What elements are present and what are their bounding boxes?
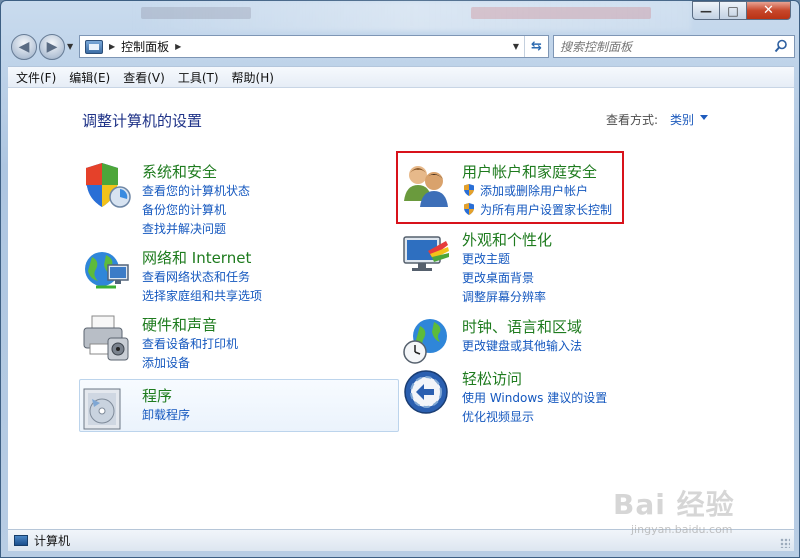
category-title-clock-language[interactable]: 时钟、语言和区域 [462,316,582,337]
forward-arrow-icon: ▶ [46,39,58,55]
globe-network-icon [85,252,129,289]
link-windows-suggested-settings[interactable]: 使用 Windows 建议的设置 [462,389,607,406]
link-label: 添加或删除用户帐户 [480,184,589,198]
resize-grip-icon[interactable] [780,538,790,548]
forward-button[interactable]: ▶ [39,34,65,60]
control-panel-icon [85,39,103,54]
close-button[interactable]: ✕ [746,1,791,20]
category-title-network-internet[interactable]: 网络和 Internet [142,247,251,268]
minimize-button[interactable]: — [692,1,719,20]
view-by-dropdown-arrow-icon[interactable] [700,115,708,120]
shield-icon [86,163,131,208]
view-by-label: 查看方式: [606,113,659,127]
breadcrumb-separator-icon[interactable]: ▶ [109,42,115,51]
breadcrumb-separator-icon[interactable]: ▶ [175,42,181,51]
category-title-ease-of-access[interactable]: 轻松访问 [462,368,522,389]
search-input[interactable] [560,39,760,54]
back-button[interactable]: ◀ [11,34,37,60]
link-change-theme[interactable]: 更改主题 [462,250,510,267]
uac-shield-icon [464,203,474,215]
breadcrumb-control-panel[interactable]: 控制面板 [121,38,169,55]
menu-bar: 文件(F) 编辑(E) 查看(V) 工具(T) 帮助(H) [8,66,794,88]
link-add-device[interactable]: 添加设备 [142,354,190,371]
window-controls: — □ ✕ [692,1,791,20]
status-text: 计算机 [34,534,71,548]
category-title-programs[interactable]: 程序 [142,385,172,406]
link-backup-computer[interactable]: 备份您的计算机 [142,201,226,218]
programs-disc-icon [83,388,121,430]
maximize-button[interactable]: □ [719,1,746,20]
back-arrow-icon: ◀ [18,39,30,55]
link-devices-printers[interactable]: 查看设备和打印机 [142,335,238,352]
category-title-hardware-sound[interactable]: 硬件和声音 [142,314,217,335]
background-blur [471,7,651,19]
computer-icon [14,535,28,546]
link-network-status[interactable]: 查看网络状态和任务 [142,268,250,285]
link-view-computer-status[interactable]: 查看您的计算机状态 [142,182,250,199]
link-screen-resolution[interactable]: 调整屏幕分辨率 [462,288,546,305]
menu-view[interactable]: 查看(V) [118,69,170,86]
control-panel-content: 调整计算机的设置 查看方式: 类别 系统和安全 查看您的计算机状态 备份您的计算… [8,88,794,529]
link-troubleshoot[interactable]: 查找并解决问题 [142,220,226,237]
refresh-icon[interactable]: ⇆ [524,36,548,57]
address-dropdown-icon[interactable]: ▼ [508,42,524,51]
background-blur [141,7,251,19]
globe-clock-icon [403,319,447,364]
users-icon [404,166,448,207]
search-icon[interactable] [774,39,788,53]
link-change-background[interactable]: 更改桌面背景 [462,269,534,286]
search-box[interactable] [553,35,795,58]
link-uninstall-program[interactable]: 卸载程序 [142,406,190,423]
navigation-bar: ◀ ▶ ▼ ▶ 控制面板 ▶ ▼ ⇆ [9,33,795,61]
view-by-dropdown[interactable]: 类别 [670,111,694,128]
address-bar[interactable]: ▶ 控制面板 ▶ ▼ ⇆ [79,35,549,58]
link-add-remove-accounts[interactable]: 添加或删除用户帐户 [462,182,588,199]
link-homegroup-sharing[interactable]: 选择家庭组和共享选项 [142,287,262,304]
monitor-palette-icon [403,236,449,271]
baidu-watermark: Bai 经验 jingyan.baidu.com [613,483,735,536]
ease-of-access-icon [404,370,448,414]
printer-icon [83,315,129,361]
menu-help[interactable]: 帮助(H) [227,69,279,86]
link-parental-controls[interactable]: 为所有用户设置家长控制 [462,201,612,218]
watermark-brand: Bai 经验 [613,488,735,521]
menu-tools[interactable]: 工具(T) [173,69,224,86]
watermark-url: jingyan.baidu.com [631,523,733,536]
link-label: 为所有用户设置家长控制 [480,203,613,217]
uac-shield-icon [464,184,474,196]
recent-pages-dropdown[interactable]: ▼ [67,42,73,51]
category-title-user-accounts[interactable]: 用户帐户和家庭安全 [462,161,597,182]
page-title: 调整计算机的设置 [82,112,203,130]
address-actions: ▼ ⇆ [508,36,548,57]
category-title-system-security[interactable]: 系统和安全 [142,161,217,182]
category-title-appearance[interactable]: 外观和个性化 [462,229,552,250]
link-optimize-visual-display[interactable]: 优化视频显示 [462,408,534,425]
window-frame: — □ ✕ ◀ ▶ ▼ ▶ 控制面板 ▶ ▼ ⇆ 搜索控制面板 文件(F) 编辑… [0,0,800,558]
menu-edit[interactable]: 编辑(E) [64,69,115,86]
menu-file[interactable]: 文件(F) [11,69,61,86]
link-keyboard-input[interactable]: 更改键盘或其他输入法 [462,337,582,354]
